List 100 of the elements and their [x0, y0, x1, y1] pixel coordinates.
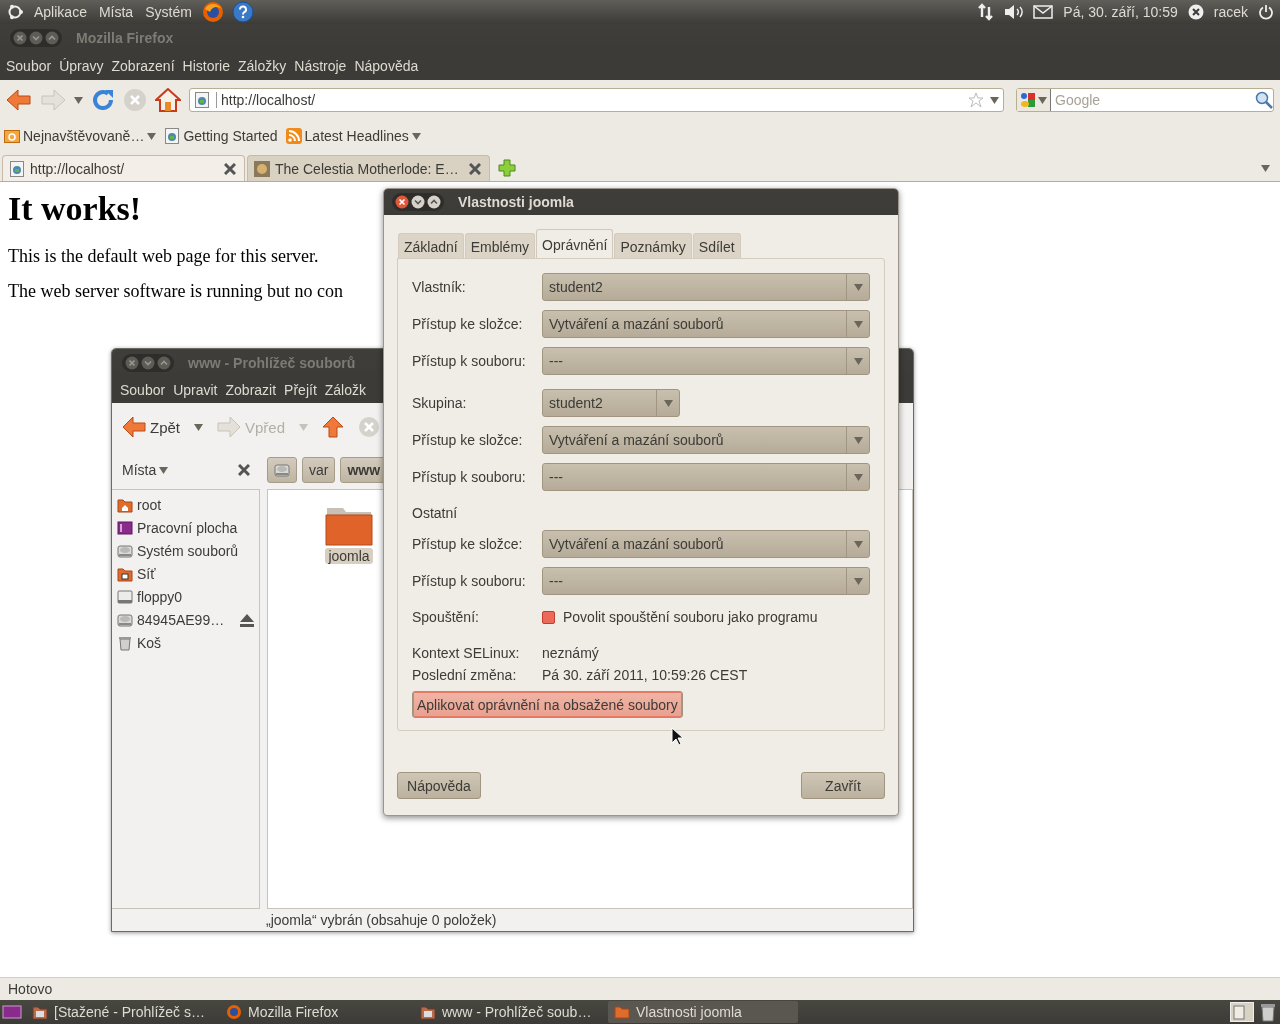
search-field[interactable]: Google [1016, 88, 1274, 112]
dropdown-arrow-icon [853, 436, 863, 444]
sidebar-item[interactable]: floppy0 [117, 585, 255, 608]
checkbox[interactable]: Povolit spouštění souboru jako programu [542, 609, 870, 625]
new-tab-plus-icon[interactable] [498, 159, 516, 177]
dropdown[interactable]: Vytváření a mazání souborů [542, 310, 870, 338]
browser-tab[interactable]: The Celestia Motherlode: E… [247, 155, 490, 181]
field-value: neznámý [542, 645, 600, 661]
search-icon[interactable] [1255, 91, 1273, 109]
apply-button[interactable]: Aplikovat oprávnění na obsažené soubory [412, 691, 683, 718]
taskbar-item[interactable]: Mozilla Firefox [220, 1001, 410, 1023]
maximize-icon[interactable] [45, 31, 59, 45]
address-text[interactable]: http://localhost/ [216, 92, 962, 108]
menu-item[interactable]: Zobrazit [221, 379, 281, 400]
trash-icon[interactable] [1258, 1002, 1278, 1022]
dropdown[interactable]: student2 [542, 273, 870, 301]
sidebar-item[interactable]: Síť [117, 562, 255, 585]
close-icon[interactable] [395, 195, 409, 209]
close-button[interactable]: Zavřít [801, 772, 885, 799]
bookmark[interactable]: Latest Headlines [285, 128, 421, 144]
menu-item[interactable]: Soubor [116, 379, 170, 400]
browser-tab[interactable]: http://localhost/ [2, 155, 245, 181]
search-input[interactable]: Google [1051, 92, 1255, 108]
close-icon[interactable] [238, 464, 250, 476]
workspace-switcher-icon[interactable] [1230, 1002, 1254, 1022]
dropdown[interactable]: --- [542, 463, 870, 491]
address-bar[interactable]: http://localhost/ [189, 88, 1004, 112]
power-icon[interactable] [1258, 4, 1274, 20]
sidebar-item[interactable]: Pracovní plocha [117, 516, 255, 539]
status-icon[interactable] [1187, 4, 1204, 20]
maximize-icon[interactable] [157, 355, 171, 370]
menu-item[interactable]: Úpravy [55, 56, 108, 76]
bookmark-star-icon[interactable] [968, 92, 984, 108]
dialog-tab[interactable]: Poznámky [614, 233, 692, 259]
sidebar-item[interactable]: root [117, 493, 255, 516]
reload-icon[interactable] [91, 88, 115, 112]
dialog-tab[interactable]: Sdílet [692, 233, 741, 259]
menu-item[interactable]: Záložk [320, 379, 370, 400]
volume-icon[interactable] [1003, 3, 1026, 21]
home-icon[interactable] [155, 87, 181, 113]
network-icon[interactable] [977, 3, 996, 21]
tab-title: http://localhost/ [30, 160, 126, 177]
dropdown[interactable]: Vytváření a mazání souborů [542, 530, 870, 558]
field-label: Přístup ke složce: [412, 432, 524, 448]
dropdown-arrow-icon [411, 132, 421, 140]
drive-icon [274, 462, 290, 478]
dialog-tab[interactable]: Základní [398, 233, 464, 259]
user-name[interactable]: racek [1211, 4, 1250, 20]
taskbar-item[interactable]: Vlastnosti joomla [608, 1001, 798, 1023]
folder-item[interactable]: joomla [325, 506, 373, 564]
menu-item[interactable]: Zobrazení [107, 56, 179, 76]
show-desktop-icon[interactable] [2, 1004, 22, 1020]
menu-item[interactable]: Přejít [280, 379, 321, 400]
back-button[interactable]: Zpět [122, 416, 180, 438]
eject-icon[interactable] [239, 612, 255, 627]
sidebar-item[interactable]: Systém souborů [117, 539, 255, 562]
menu-item[interactable]: Upravit [169, 379, 222, 400]
dialog-tab[interactable]: Oprávnění [536, 229, 614, 259]
help-button[interactable]: Nápověda [397, 772, 481, 799]
taskbar-item[interactable]: www - Prohlížeč soub… [414, 1001, 604, 1023]
dropdown[interactable]: --- [542, 347, 870, 375]
up-arrow-icon[interactable] [322, 416, 345, 438]
dropdown[interactable]: --- [542, 567, 870, 595]
bookmark[interactable]: Nejnavštěvovaně… [4, 128, 157, 144]
menu-item[interactable]: Nápověda [350, 56, 423, 76]
dropdown-arrow-icon [853, 473, 863, 481]
clock[interactable]: Pá, 30. září, 10:59 [1061, 4, 1180, 20]
checkbox-box[interactable] [542, 610, 555, 624]
minimize-icon[interactable] [141, 355, 155, 370]
menu-item[interactable]: Soubor [2, 56, 56, 76]
sidebar-title[interactable]: Místa [122, 462, 157, 478]
path-button[interactable] [267, 457, 297, 483]
panel-menu[interactable]: Aplikace [32, 4, 89, 20]
dialog-tab[interactable]: Emblémy [464, 233, 536, 259]
panel-menu[interactable]: Místa [96, 4, 136, 20]
tab-list-icon[interactable] [1261, 165, 1270, 172]
maximize-icon[interactable] [427, 195, 441, 209]
taskbar-item[interactable]: [Stažené - Prohlížeč s… [26, 1001, 216, 1023]
field-label: Spouštění: [412, 609, 480, 625]
close-icon[interactable] [224, 162, 236, 175]
mouse-pointer-icon [671, 727, 683, 746]
mail-icon[interactable] [1033, 4, 1054, 20]
help-icon[interactable] [231, 1, 254, 23]
thumbnail-icon [254, 160, 270, 177]
menu-item[interactable]: Nástroje [290, 56, 351, 76]
dropdown[interactable]: student2 [542, 389, 680, 417]
menu-item[interactable]: Záložky [234, 56, 291, 76]
panel-menu[interactable]: Systém [143, 4, 194, 20]
minimize-icon[interactable] [29, 31, 43, 45]
path-button[interactable]: var [302, 457, 336, 483]
back-arrow-icon[interactable] [6, 88, 32, 112]
tab-title: The Celestia Motherlode: E… [275, 160, 460, 177]
minimize-icon[interactable] [411, 195, 425, 209]
sidebar-item[interactable]: 84945AE99… [117, 608, 255, 631]
menu-item[interactable]: Historie [178, 56, 235, 76]
dropdown[interactable]: Vytváření a mazání souborů [542, 426, 870, 454]
sidebar-item[interactable]: Koš [117, 631, 255, 654]
bookmark[interactable]: Getting Started [164, 128, 278, 144]
dropdown-arrow-icon [1038, 96, 1047, 104]
feed-icon [285, 128, 302, 144]
